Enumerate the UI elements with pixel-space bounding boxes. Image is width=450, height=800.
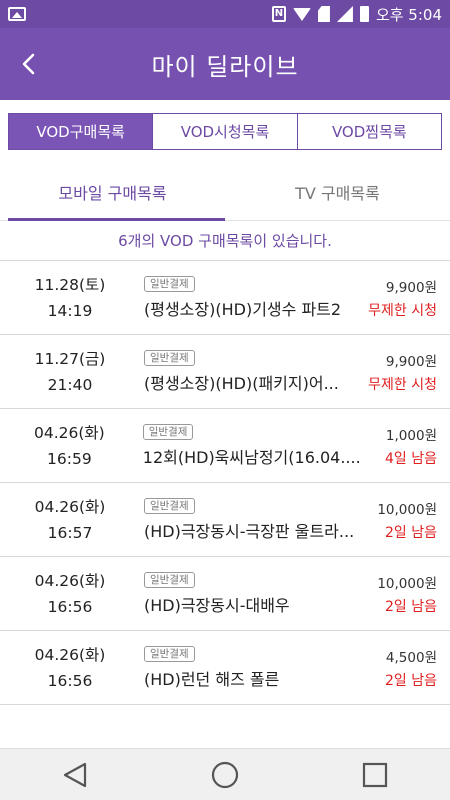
item-info: 일반결제 (HD)극장동시-대배우 xyxy=(140,557,360,630)
payment-type-badge: 일반결제 xyxy=(144,349,195,366)
item-title: (HD)극장동시-극장판 울트라... xyxy=(144,521,355,541)
status-time: 오후 5:04 xyxy=(375,5,442,24)
purchase-date: 04.26(화) xyxy=(34,423,105,442)
tab-vod-watch-history[interactable]: VOD시청목록 xyxy=(153,113,298,150)
item-status: 2일 남음 xyxy=(385,524,437,541)
item-status: 무제한 시청 xyxy=(368,302,437,319)
item-info: 일반결제 (HD)극장동시-극장판 울트라... xyxy=(140,483,360,556)
signal-icon xyxy=(336,6,353,22)
chevron-left-icon xyxy=(22,53,35,75)
item-price-block: 4,500원 2일 남음 xyxy=(360,631,450,704)
back-button[interactable] xyxy=(18,52,42,76)
purchase-datetime: 04.26(화) 16:57 xyxy=(0,483,140,556)
purchase-date: 04.26(화) xyxy=(34,571,106,590)
payment-type-badge: 일반결제 xyxy=(142,423,194,440)
item-status: 2일 남음 xyxy=(385,672,437,689)
payment-type-badge: 일반결제 xyxy=(144,645,195,662)
purchase-date: 11.27(금) xyxy=(34,349,106,368)
purchase-date: 11.28(토) xyxy=(34,275,106,294)
list-item[interactable]: 04.26(화) 16:59 일반결제 12회(HD)욱씨남정기(16.04..… xyxy=(0,409,450,483)
purchase-datetime: 11.27(금) 21:40 xyxy=(0,335,140,408)
tab-tv-purchases[interactable]: TV 구매목록 xyxy=(225,163,450,220)
purchase-datetime: 04.26(화) 16:59 xyxy=(0,409,139,482)
item-price-block: 9,900원 무제한 시청 xyxy=(360,335,450,408)
purchase-time: 14:19 xyxy=(47,301,93,320)
gallery-notification-icon xyxy=(8,7,26,21)
payment-type-badge: 일반결제 xyxy=(144,275,195,292)
wifi-icon xyxy=(292,7,311,21)
tab-vod-wishlist[interactable]: VOD찜목록 xyxy=(297,113,442,150)
nav-recents-button[interactable] xyxy=(355,755,395,795)
item-price-block: 10,000원 2일 남음 xyxy=(360,557,450,630)
battery-icon xyxy=(359,6,369,22)
item-title: (평생소장)(HD)(패키지)어... xyxy=(144,373,339,393)
app-header: 마이 딜라이브 xyxy=(0,28,450,100)
page-title: 마이 딜라이브 xyxy=(151,52,299,81)
list-item[interactable]: 11.28(토) 14:19 일반결제 (평생소장)(HD)기생수 파트2 9,… xyxy=(0,261,450,335)
item-info: 일반결제 12회(HD)욱씨남정기(16.04.... xyxy=(139,409,361,482)
purchase-list: 11.28(토) 14:19 일반결제 (평생소장)(HD)기생수 파트2 9,… xyxy=(0,261,450,705)
payment-type-badge: 일반결제 xyxy=(144,497,195,514)
item-price: 9,900원 xyxy=(385,353,437,370)
recents-square-icon xyxy=(362,762,388,787)
item-price: 9,900원 xyxy=(385,279,437,296)
segment-tabs: VOD구매목록 VOD시청목록 VOD찜목록 xyxy=(8,113,442,150)
purchase-time: 21:40 xyxy=(47,375,93,394)
purchase-time: 16:57 xyxy=(47,523,93,542)
item-price: 4,500원 xyxy=(385,649,437,666)
back-triangle-icon xyxy=(63,762,87,787)
tab-vod-purchases[interactable]: VOD구매목록 xyxy=(8,113,154,150)
home-circle-icon xyxy=(211,761,239,788)
item-price-block: 10,000원 2일 남음 xyxy=(360,483,450,556)
nav-back-button[interactable] xyxy=(55,755,95,795)
item-title: (HD)극장동시-대배우 xyxy=(144,595,290,615)
list-item[interactable]: 04.26(화) 16:56 일반결제 (HD)런던 해즈 폴른 4,500원 … xyxy=(0,631,450,705)
purchase-datetime: 11.28(토) 14:19 xyxy=(0,261,140,334)
purchase-date: 04.26(화) xyxy=(34,497,106,516)
purchase-time: 16:59 xyxy=(47,449,92,468)
item-price-block: 1,000원 4일 남음 xyxy=(361,409,450,482)
item-price: 10,000원 xyxy=(377,501,437,518)
sim-card-icon xyxy=(317,6,330,22)
list-item[interactable]: 04.26(화) 16:57 일반결제 (HD)극장동시-극장판 울트라... … xyxy=(0,483,450,557)
list-item[interactable]: 04.26(화) 16:56 일반결제 (HD)극장동시-대배우 10,000원… xyxy=(0,557,450,631)
purchase-count-text: 6개의 VOD 구매목록이 있습니다. xyxy=(0,221,450,261)
item-price-block: 9,900원 무제한 시청 xyxy=(360,261,450,334)
item-price: 10,000원 xyxy=(377,575,437,592)
purchase-date: 04.26(화) xyxy=(34,645,106,664)
item-status: 2일 남음 xyxy=(385,598,437,615)
purchase-time: 16:56 xyxy=(47,671,93,690)
item-info: 일반결제 (평생소장)(HD)(패키지)어... xyxy=(140,335,360,408)
purchase-datetime: 04.26(화) 16:56 xyxy=(0,631,140,704)
status-bar-right: N 오후 5:04 xyxy=(271,4,442,25)
system-nav-bar xyxy=(0,748,450,800)
tab-mobile-purchases[interactable]: 모바일 구매목록 xyxy=(0,163,225,221)
status-bar: N 오후 5:04 xyxy=(0,0,450,28)
list-item[interactable]: 11.27(금) 21:40 일반결제 (평생소장)(HD)(패키지)어... … xyxy=(0,335,450,409)
item-price: 1,000원 xyxy=(385,427,437,444)
nfc-icon: N xyxy=(271,6,286,22)
payment-type-badge: 일반결제 xyxy=(144,571,195,588)
item-title: 12회(HD)욱씨남정기(16.04.... xyxy=(142,447,361,467)
item-status: 4일 남음 xyxy=(385,450,437,467)
purchase-time: 16:56 xyxy=(47,597,93,616)
item-info: 일반결제 (HD)런던 해즈 폴른 xyxy=(140,631,360,704)
item-info: 일반결제 (평생소장)(HD)기생수 파트2 xyxy=(140,261,360,334)
item-title: (HD)런던 해즈 폴른 xyxy=(144,669,280,689)
purchase-datetime: 04.26(화) 16:56 xyxy=(0,557,140,630)
item-status: 무제한 시청 xyxy=(368,376,437,393)
nav-home-button[interactable] xyxy=(205,755,245,795)
sub-tabs: 모바일 구매목록 TV 구매목록 xyxy=(0,163,450,221)
item-title: (평생소장)(HD)기생수 파트2 xyxy=(144,299,342,319)
